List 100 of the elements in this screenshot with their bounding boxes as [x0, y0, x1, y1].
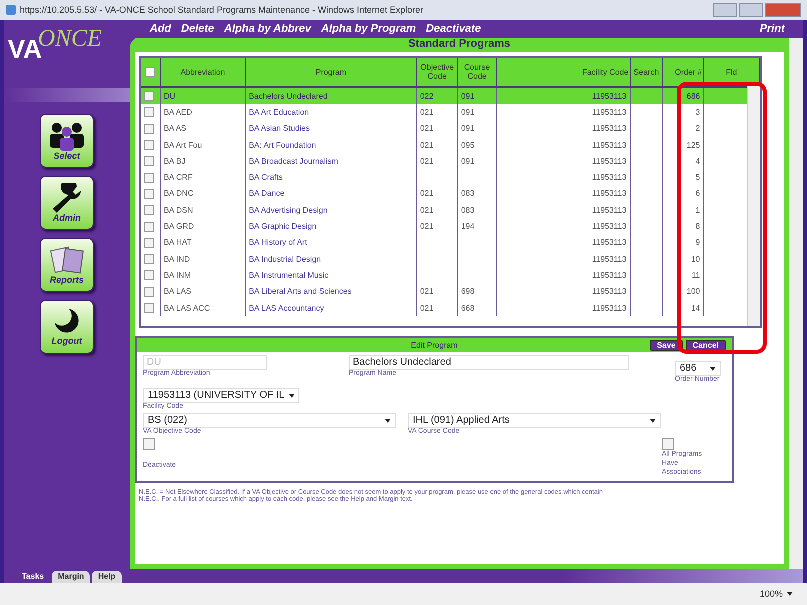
print-link[interactable]: Print	[760, 23, 785, 35]
table-cell: 095	[461, 140, 475, 150]
table-cell: 8	[696, 222, 700, 232]
row-checkbox[interactable]	[144, 124, 154, 134]
table-cell: 6	[696, 189, 700, 198]
program-link[interactable]: BA Asian Studies	[249, 124, 310, 134]
row-checkbox[interactable]	[144, 140, 154, 150]
row-checkbox[interactable]	[144, 222, 154, 232]
program-link[interactable]: BA Crafts	[249, 173, 283, 182]
row-checkbox[interactable]	[144, 205, 154, 216]
table-cell: 686	[686, 92, 700, 101]
column-header: Abbreviation	[160, 58, 246, 87]
table-cell: 11	[692, 270, 700, 280]
sidebar-item[interactable]: Logout	[40, 300, 94, 354]
table-cell: 091	[461, 124, 475, 134]
table-cell: 022	[420, 92, 434, 101]
table-cell: BA AS	[164, 124, 187, 134]
table-cell: 11953113	[592, 173, 627, 182]
table-cell: 11953113	[592, 238, 627, 248]
table-cell: 125	[686, 140, 700, 150]
row-checkbox[interactable]	[144, 91, 154, 102]
sidebar-item[interactable]: Reports	[40, 238, 94, 292]
minimize-button[interactable]	[713, 3, 737, 17]
sidebar-item[interactable]: Admin	[40, 176, 94, 230]
table-row[interactable]: DU Bachelors Undeclared 022 091 11953113 686	[141, 87, 760, 104]
row-checkbox[interactable]	[144, 156, 154, 166]
moon-icon	[55, 308, 79, 332]
table-cell: BA INM	[164, 270, 192, 280]
table-cell: 11953113	[592, 189, 627, 198]
caret-icon	[710, 366, 716, 370]
table-cell: 9	[696, 238, 700, 248]
menu-link[interactable]: Deactivate	[426, 23, 482, 35]
table-cell: BA BJ	[164, 156, 186, 166]
table-cell: BA DNC	[164, 189, 194, 198]
select-all-checkbox[interactable]	[145, 67, 156, 77]
menu-link[interactable]: Alpha by Program	[321, 23, 416, 35]
table-cell: 11953113	[592, 206, 627, 215]
table-cell: 083	[461, 189, 475, 198]
column-header: Facility Code	[496, 58, 630, 87]
bottom-tab[interactable]: Margin	[52, 571, 90, 583]
table-cell: 021	[420, 124, 434, 134]
zoom-level[interactable]: 100%	[760, 589, 783, 599]
deactivate-checkbox[interactable]	[143, 438, 155, 450]
caret-icon	[787, 592, 793, 596]
table-cell: 021	[420, 287, 434, 296]
row-checkbox[interactable]	[144, 286, 154, 297]
table-cell: BA LAS ACC	[164, 304, 210, 312]
menu-link[interactable]: Delete	[181, 23, 214, 35]
menu-link[interactable]: Add	[150, 23, 172, 35]
program-link[interactable]: BA History of Art	[249, 238, 308, 248]
table-cell: BA Art Fou	[164, 140, 202, 150]
order-dropdown[interactable]: 686	[675, 361, 721, 376]
table-cell: 1	[696, 206, 700, 215]
page-scrollbar[interactable]	[789, 38, 803, 569]
bottom-tab[interactable]: Help	[92, 571, 122, 583]
table-cell: 100	[686, 287, 700, 296]
table-cell: 14	[691, 304, 700, 312]
program-link[interactable]: BA: Art Foundation	[249, 140, 316, 150]
menu-link[interactable]: Alpha by Abbrev	[224, 23, 312, 35]
cancel-button[interactable]: Cancel	[686, 340, 726, 350]
course-dropdown[interactable]: IHL (091) Applied Arts	[408, 413, 661, 428]
table-cell: 083	[461, 206, 475, 215]
table-cell: 11953113	[592, 92, 627, 101]
table-cell: 021	[420, 189, 434, 198]
row-checkbox[interactable]	[144, 107, 154, 118]
table-cell: 11953113	[592, 140, 627, 150]
caret-icon	[385, 418, 391, 422]
program-link[interactable]: BA Instrumental Music	[249, 270, 329, 280]
row-checkbox[interactable]	[144, 188, 154, 199]
all-programs-checkbox[interactable]	[662, 438, 674, 450]
program-link[interactable]: BA Art Education	[249, 108, 310, 117]
table-cell: 11953113	[592, 304, 627, 312]
program-name-field[interactable]: Bachelors Undeclared	[349, 355, 629, 370]
row-checkbox[interactable]	[144, 270, 154, 280]
row-checkbox[interactable]	[144, 172, 154, 183]
program-link[interactable]: BA Broadcast Journalism	[249, 156, 338, 166]
table-cell: 4	[696, 156, 700, 166]
facility-dropdown[interactable]: 11953113 (UNIVERSITY OF IL	[143, 388, 299, 403]
program-link[interactable]: BA Graphic Design	[249, 222, 317, 232]
program-link[interactable]: BA Dance	[249, 189, 285, 198]
program-link[interactable]: BA Industrial Design	[249, 254, 322, 264]
scrollbar[interactable]	[747, 86, 760, 326]
row-checkbox[interactable]	[144, 303, 154, 313]
objective-dropdown[interactable]: BS (022)	[143, 413, 396, 428]
table-cell: BA CRF	[164, 173, 193, 182]
program-link[interactable]: BA Advertising Design	[249, 206, 328, 215]
row-checkbox[interactable]	[144, 254, 154, 264]
program-link[interactable]: BA LAS Accountancy	[249, 304, 324, 312]
sidebar-item[interactable]: Select	[40, 114, 94, 168]
table-cell: 021	[420, 156, 434, 166]
program-link[interactable]: BA Liberal Arts and Sciences	[249, 287, 352, 296]
table-cell: DU	[164, 92, 176, 101]
table-cell: BA HAT	[164, 238, 192, 248]
table-cell: 11953113	[592, 124, 627, 134]
table-cell: 021	[420, 206, 434, 215]
row-checkbox[interactable]	[144, 238, 154, 248]
close-button[interactable]	[765, 3, 801, 17]
maximize-button[interactable]	[739, 3, 763, 17]
table-cell: 11953113	[592, 156, 627, 166]
table-cell: 021	[420, 222, 434, 232]
